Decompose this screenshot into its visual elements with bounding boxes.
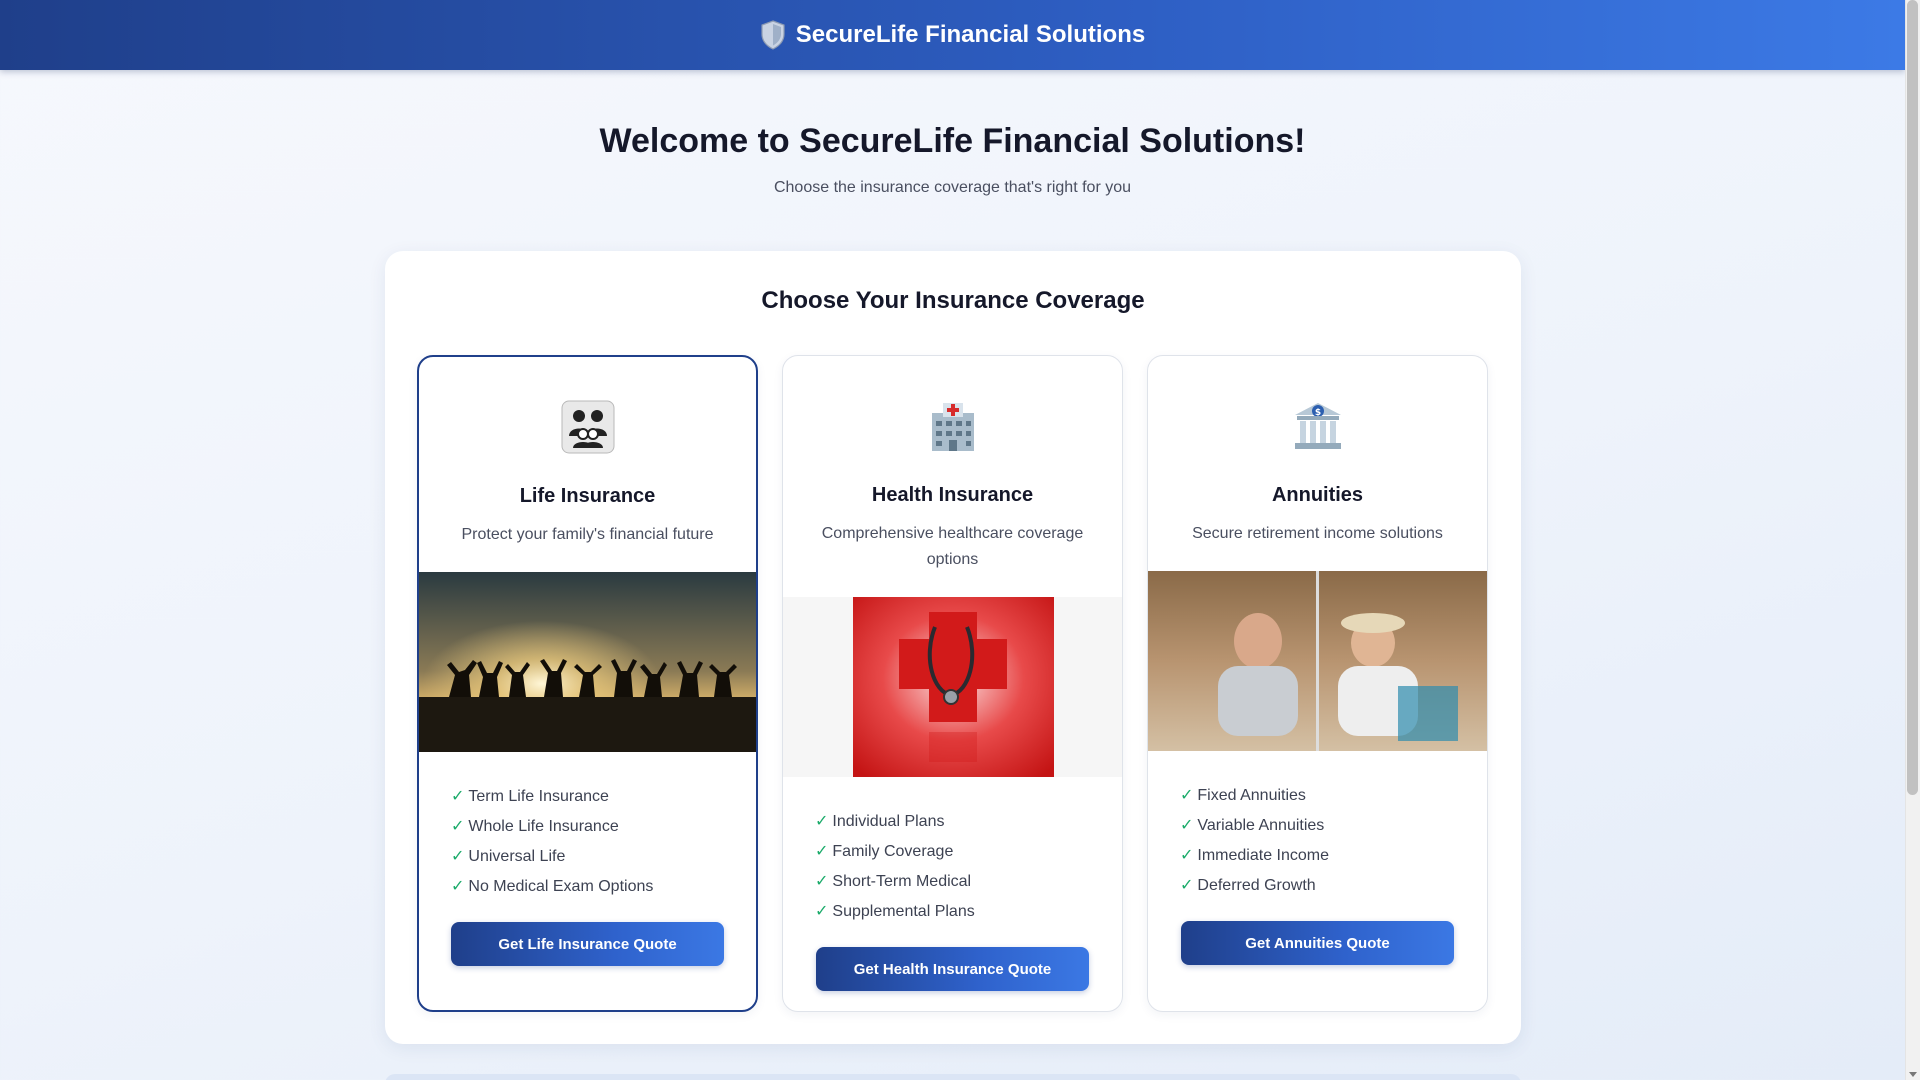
check-icon: ✓ <box>815 903 829 920</box>
card-description: Comprehensive healthcare coverage option… <box>821 525 1084 568</box>
get-health-insurance-quote-button[interactable]: Get Health Insurance Quote <box>816 947 1089 991</box>
bank-icon: $ <box>1291 399 1345 453</box>
brand[interactable]: SecureLife Financial Solutions <box>760 20 1145 50</box>
list-item: ✓ Supplemental Plans <box>815 903 975 920</box>
check-icon: ✓ <box>815 813 829 830</box>
coverage-heading: Choose Your Insurance Coverage <box>761 287 1145 314</box>
card-description: Secure retirement income solutions <box>1192 525 1443 542</box>
people-jumping-at-sunset-photo <box>419 572 756 752</box>
list-item: ✓ Short-Term Medical <box>815 873 972 890</box>
page-title: Welcome to SecureLife Financial Solution… <box>599 122 1306 160</box>
check-icon: ✓ <box>1180 877 1194 894</box>
shield-icon <box>761 20 785 50</box>
list-item: ✓ Term Life Insurance <box>451 788 609 805</box>
card-description: Protect your family's financial future <box>461 526 714 543</box>
page-subtitle: Choose the insurance coverage that's rig… <box>773 179 1132 196</box>
list-item: ✓ Individual Plans <box>815 813 945 830</box>
scrollbar[interactable] <box>1905 0 1920 1080</box>
feature-list: ✓ Individual Plans ✓ Family Coverage ✓ Shor… <box>815 807 1122 927</box>
get-annuities-quote-button[interactable]: Get Annuities Quote <box>1181 921 1454 965</box>
list-item: ✓ Universal Life <box>451 848 566 865</box>
card-annuities[interactable]: $ Annuities Secure retirement income sol… <box>1147 355 1488 1012</box>
check-icon: ✓ <box>815 873 829 890</box>
list-item: ✓ Whole Life Insurance <box>451 818 619 835</box>
list-item: ✓ No Medical Exam Options <box>451 878 654 895</box>
feature-list: ✓ Fixed Annuities ✓ Variable Annuities ✓ Im… <box>1180 781 1487 901</box>
get-life-insurance-quote-button[interactable]: Get Life Insurance Quote <box>451 922 724 966</box>
check-icon: ✓ <box>451 818 465 835</box>
retired-couple-beach-photo <box>1148 571 1487 751</box>
scroll-down-arrow-icon[interactable] <box>1909 1072 1917 1077</box>
feature-list: ✓ Term Life Insurance ✓ Whole Life Insuran… <box>451 782 756 902</box>
family-icon <box>561 400 615 454</box>
list-item: ✓ Deferred Growth <box>1180 877 1316 894</box>
card-title: Annuities <box>1271 484 1364 506</box>
list-item: ✓ Family Coverage <box>815 843 954 860</box>
card-health-insurance[interactable]: Health Insurance Comprehensive healthcar… <box>782 355 1123 1012</box>
check-icon: ✓ <box>451 788 465 805</box>
check-icon: ✓ <box>1180 817 1194 834</box>
hero: Welcome to SecureLife Financial Solution… <box>0 70 1905 197</box>
brand-name: SecureLife Financial Solutions <box>795 21 1146 48</box>
check-icon: ✓ <box>451 878 465 895</box>
check-icon: ✓ <box>451 848 465 865</box>
card-title: Life Insurance <box>519 485 656 507</box>
top-header: SecureLife Financial Solutions <box>0 0 1905 70</box>
hospital-icon <box>926 399 980 453</box>
scrollbar-thumb[interactable] <box>1907 0 1918 795</box>
coverage-cards: Life Insurance Protect your family's fin… <box>417 355 1488 1012</box>
coverage-panel: Choose Your Insurance Coverage Life Insu… <box>385 251 1521 1044</box>
card-life-insurance[interactable]: Life Insurance Protect your family's fin… <box>417 355 758 1012</box>
check-icon: ✓ <box>1180 847 1194 864</box>
list-item: ✓ Immediate Income <box>1180 847 1330 864</box>
list-item: ✓ Fixed Annuities <box>1180 787 1306 804</box>
next-section-edge <box>385 1074 1521 1080</box>
red-cross-stethoscope-photo <box>783 597 1122 777</box>
card-title: Health Insurance <box>871 484 1034 506</box>
check-icon: ✓ <box>815 843 829 860</box>
check-icon: ✓ <box>1180 787 1194 804</box>
list-item: ✓ Variable Annuities <box>1180 817 1325 834</box>
